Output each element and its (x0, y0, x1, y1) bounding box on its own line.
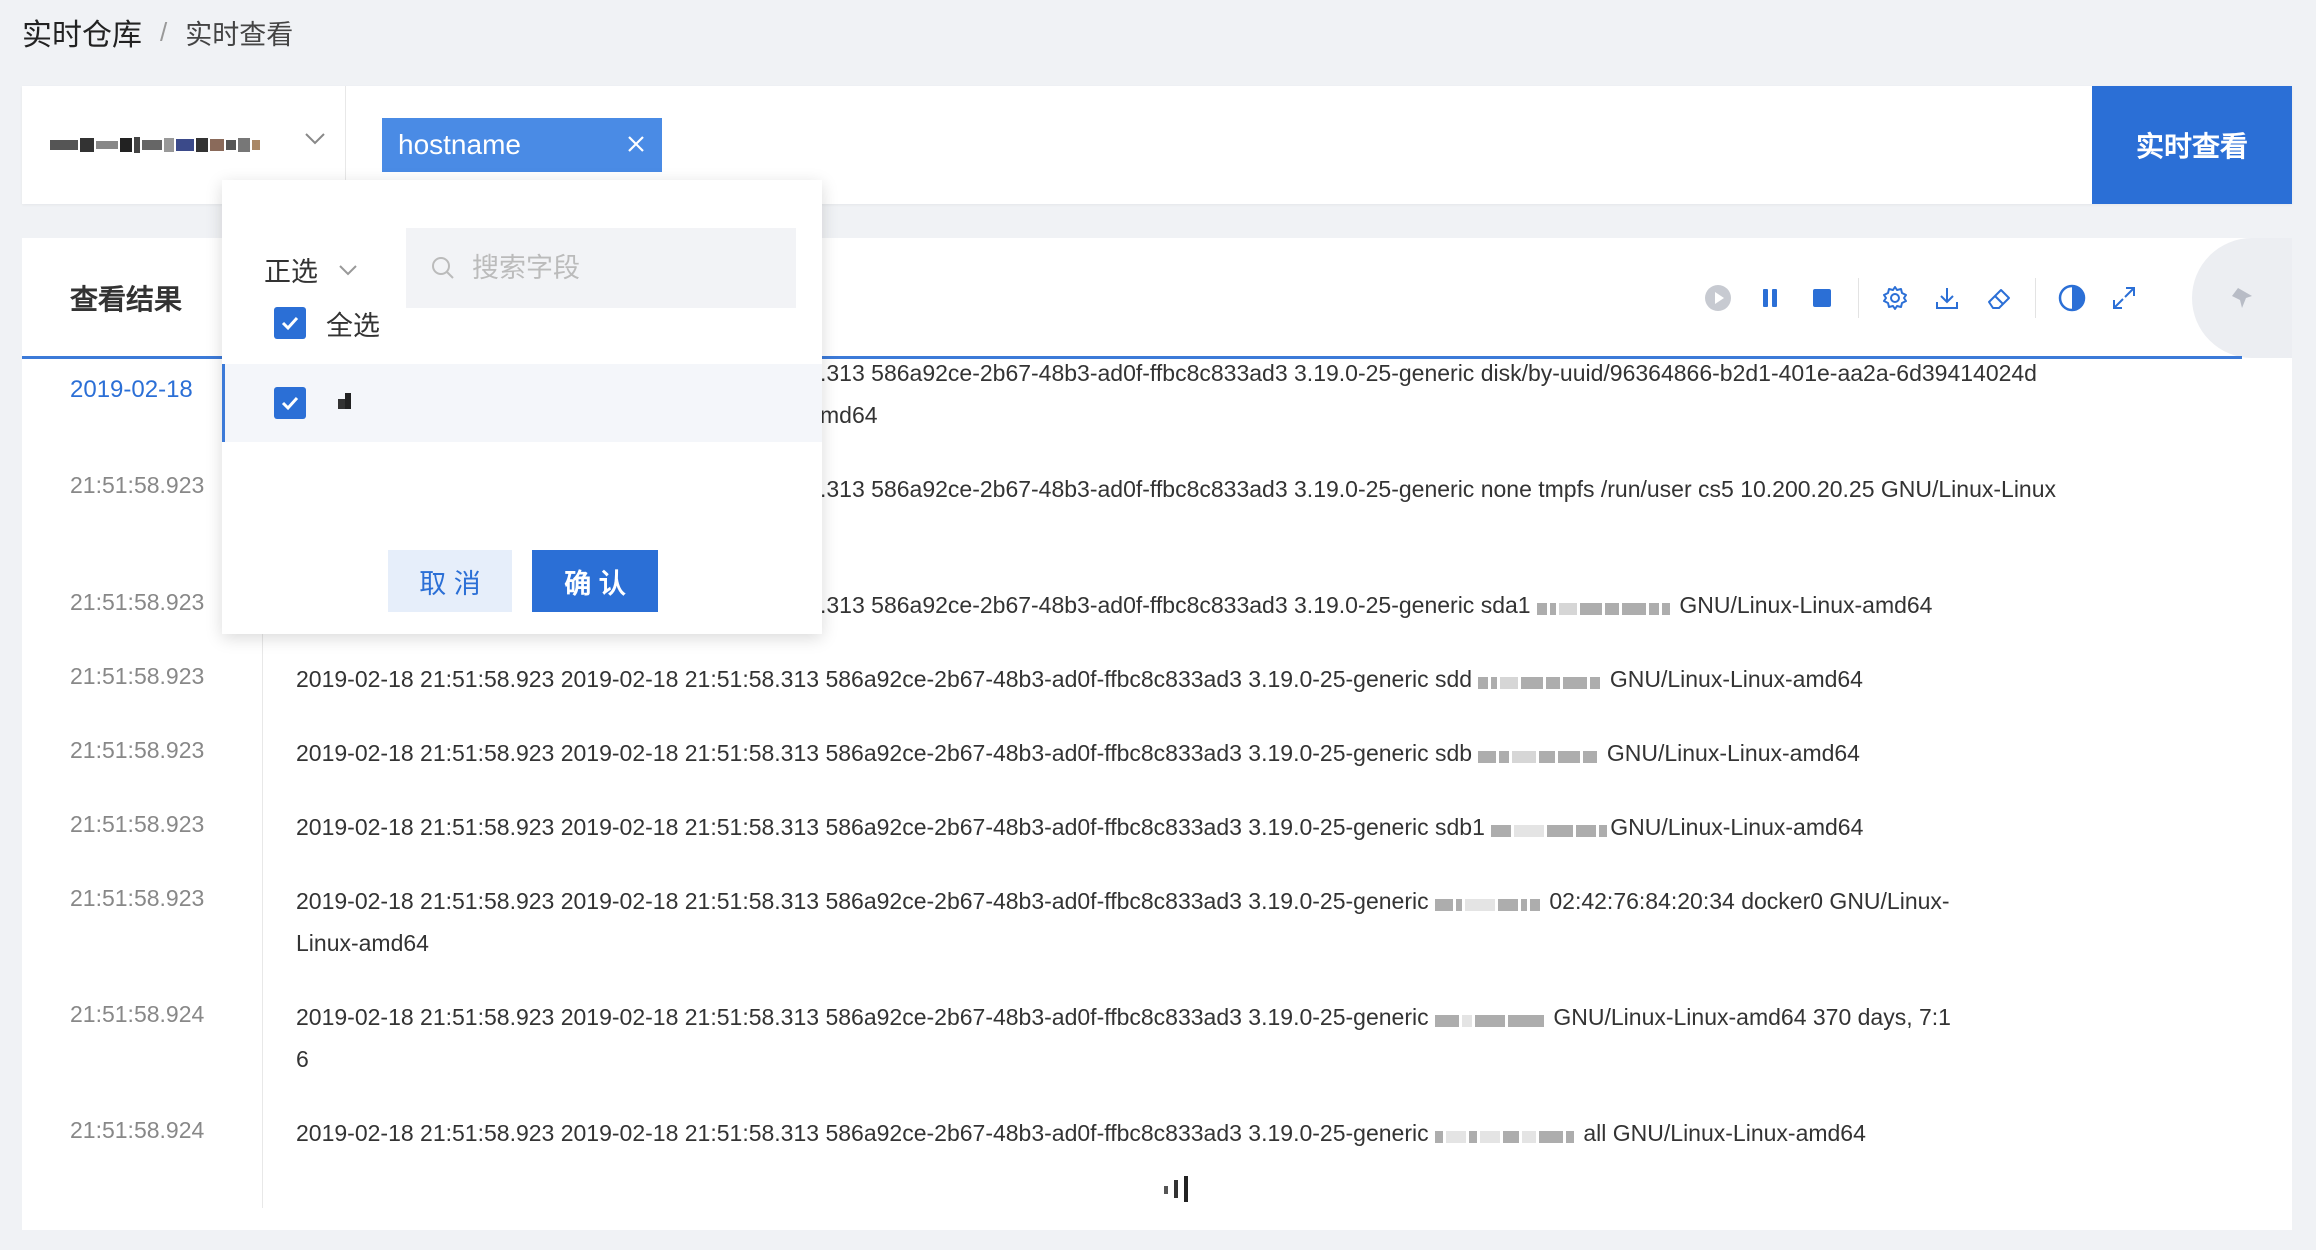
result-time: 21:51:58.923 (70, 811, 205, 837)
field-option[interactable] (222, 364, 822, 442)
redacted-value (1536, 586, 1673, 628)
redacted-value (1434, 1114, 1577, 1156)
chevron-down-icon (339, 264, 357, 275)
pause-icon (1763, 289, 1777, 307)
log-line: 2019-02-18 21:51:58.923 2019-02-18 21:51… (296, 880, 2246, 924)
select-all-label: 全选 (326, 310, 380, 341)
stop-button[interactable] (1796, 276, 1848, 320)
play-icon (1705, 285, 1731, 311)
download-button[interactable] (1921, 276, 1973, 320)
log-line: .313 586a92ce-2b67-48b3-ad0f-ffbc8c833ad… (820, 360, 2037, 386)
contrast-icon (2058, 284, 2086, 312)
play-button[interactable] (1692, 276, 1744, 320)
field-filter-dropdown: 正选 全选 取 消 确 认 (222, 180, 822, 634)
breadcrumb-separator: / (160, 16, 168, 47)
pause-button[interactable] (1744, 276, 1796, 320)
field-option-checkbox[interactable] (274, 387, 306, 419)
chevron-down-icon (305, 133, 325, 145)
realtime-view-button[interactable]: 实时查看 (2092, 86, 2292, 204)
select-all-checkbox[interactable] (274, 307, 306, 339)
results-toolbar (1692, 276, 2150, 320)
log-line: 2019-02-18 21:51:58.923 2019-02-18 21:51… (296, 996, 2246, 1040)
pin-button[interactable] (2192, 238, 2292, 358)
eraser-icon (1988, 289, 2010, 309)
theme-toggle-button[interactable] (2046, 276, 2098, 320)
field-tag: hostname (382, 118, 662, 172)
breadcrumb-root[interactable]: 实时仓库 (22, 10, 142, 54)
search-icon (432, 257, 454, 279)
result-date: 2019-02-18 (70, 376, 193, 403)
download-icon (1936, 288, 1958, 309)
stop-icon (1813, 289, 1831, 307)
toolbar-divider (1858, 278, 1859, 318)
redacted-value (1491, 808, 1610, 850)
redacted-field-name (338, 392, 354, 414)
clear-button[interactable] (1973, 276, 2025, 320)
log-line: 2019-02-18 21:51:58.923 2019-02-18 21:51… (296, 1112, 2246, 1156)
loading-icon (1164, 1176, 1188, 1202)
result-time: 21:51:58.923 (70, 472, 205, 498)
result-time: 21:51:58.923 (70, 663, 205, 689)
log-line: 2019-02-18 21:51:58.923 2019-02-18 21:51… (296, 732, 2246, 776)
settings-button[interactable] (1869, 276, 1921, 320)
result-time: 21:51:58.923 (70, 737, 205, 763)
breadcrumb-current: 实时查看 (185, 19, 294, 50)
gear-icon (1883, 286, 1907, 310)
close-icon[interactable] (622, 130, 650, 158)
check-icon (281, 396, 299, 411)
result-time: 21:51:58.923 (70, 885, 205, 911)
confirm-button[interactable]: 确 认 (532, 550, 658, 612)
log-line: 2019-02-18 21:51:58.923 2019-02-18 21:51… (296, 658, 2246, 702)
log-line: 6 (296, 1046, 309, 1072)
result-time: 21:51:58.924 (70, 1117, 205, 1143)
results-title: 查看结果 (70, 284, 183, 315)
toolbar-divider (2035, 278, 2036, 318)
log-line: Linux-amd64 (296, 930, 429, 956)
field-search-input[interactable] (472, 252, 772, 284)
redacted-value (1434, 882, 1543, 924)
redacted-value (1434, 998, 1547, 1040)
log-line: 2019-02-18 21:51:58.923 2019-02-18 21:51… (296, 806, 2246, 850)
log-line: .313 586a92ce-2b67-48b3-ad0f-ffbc8c833ad… (820, 584, 2260, 628)
log-line: .313 586a92ce-2b67-48b3-ad0f-ffbc8c833ad… (820, 476, 2057, 502)
fullscreen-button[interactable] (2098, 276, 2150, 320)
field-tag-label: hostname (398, 129, 521, 160)
pin-icon (2232, 288, 2252, 308)
select-all-option[interactable]: 全选 (222, 284, 822, 362)
result-time: 21:51:58.923 (70, 589, 205, 615)
cancel-button[interactable]: 取 消 (388, 550, 512, 612)
expand-icon (2113, 287, 2135, 309)
log-line: md64 (820, 402, 878, 428)
redacted-value (1478, 660, 1603, 702)
breadcrumb: 实时仓库 / 实时查看 (22, 10, 293, 54)
redacted-value (1478, 734, 1600, 776)
result-time: 21:51:58.924 (70, 1001, 205, 1027)
redacted-host-name (50, 133, 262, 157)
check-icon (281, 316, 299, 331)
